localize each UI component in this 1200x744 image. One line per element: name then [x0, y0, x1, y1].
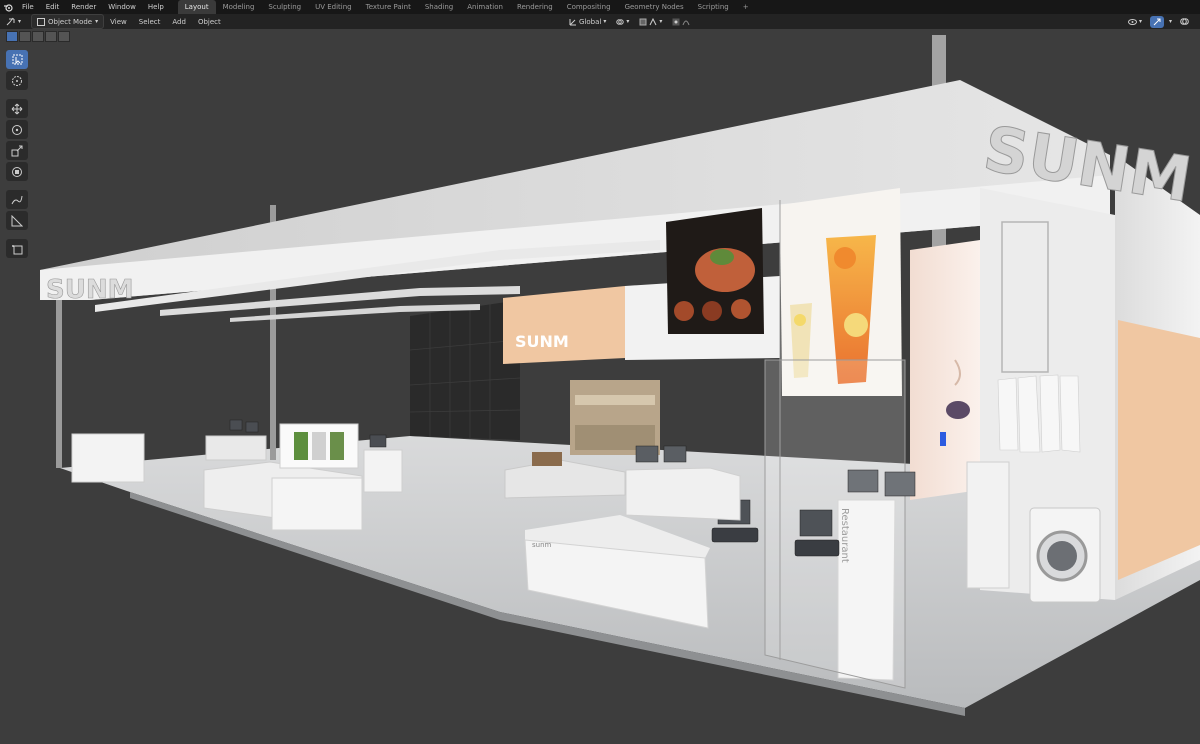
mode-label: Object Mode	[48, 17, 93, 26]
object-mode-icon	[37, 17, 46, 26]
tab-texture-paint[interactable]: Texture Paint	[359, 0, 418, 14]
scale-icon	[11, 145, 23, 156]
rotate-icon	[12, 124, 22, 135]
blender-logo-icon[interactable]	[0, 0, 16, 14]
mode-dropdown[interactable]: Object Mode ▾	[31, 14, 105, 29]
viewport-header: ▾ Object Mode ▾ View Select Add Object G…	[0, 14, 1200, 29]
visibility-dropdown[interactable]: ▾	[1125, 16, 1145, 28]
menu-file[interactable]: File	[16, 0, 40, 14]
transform-orientation-dropdown[interactable]: Global ▾	[566, 16, 609, 28]
food-dish-1	[674, 301, 694, 321]
blue-nail-accent	[940, 432, 946, 446]
tab-animation[interactable]: Animation	[460, 0, 510, 14]
face-lips	[946, 401, 970, 419]
tool-shelf	[6, 50, 28, 258]
face-wall	[910, 240, 980, 500]
measure-tool[interactable]	[6, 211, 28, 230]
pivot-point-dropdown[interactable]: ▾	[613, 16, 632, 28]
gizmo-toggle[interactable]	[1149, 15, 1164, 28]
tab-geometry-nodes[interactable]: Geometry Nodes	[618, 0, 691, 14]
mid-counter	[625, 467, 741, 521]
drink-small-lemon	[794, 314, 806, 326]
editor-type-icon[interactable]: ▾	[0, 15, 27, 28]
cursor-tool[interactable]	[6, 71, 28, 90]
move-icon	[11, 103, 23, 114]
menu-help[interactable]: Help	[142, 0, 170, 14]
art-panel-2	[312, 432, 326, 460]
menu-edit[interactable]: Edit	[40, 0, 66, 14]
snap-toggle[interactable]: ▾	[636, 16, 665, 28]
add-menu[interactable]: Add	[166, 15, 192, 28]
left-counter-small	[205, 435, 267, 461]
rotate-tool[interactable]	[6, 120, 28, 139]
food-dish-3	[731, 299, 751, 319]
peach-wall-panel	[1118, 320, 1200, 580]
add-workspace-icon[interactable]: +	[736, 0, 756, 14]
support-pole-1	[56, 300, 62, 468]
art-panel-1	[294, 432, 308, 460]
washing-machine-glass	[1047, 541, 1077, 571]
transform-tool[interactable]	[6, 162, 28, 181]
front-counter-label: sunm	[532, 541, 552, 549]
move-tool[interactable]	[6, 99, 28, 118]
overlays-icon	[1180, 18, 1189, 25]
bread-display	[532, 452, 562, 466]
top-bar: File Edit Render Window Help Layout Mode…	[0, 0, 1200, 14]
tab-scripting[interactable]: Scripting	[691, 0, 736, 14]
gizmo-dropdown[interactable]: ▾	[1169, 18, 1172, 25]
peach-header-panel	[503, 286, 625, 364]
viewport-3d[interactable]: SUNM SUNM SUNM Restaurant sunm	[0, 29, 1200, 744]
chevron-down-icon: ▾	[95, 18, 99, 25]
left-counter-block	[271, 477, 363, 531]
food-greens	[710, 249, 734, 265]
art-panel-3	[330, 432, 344, 460]
proportional-edit-icon	[672, 18, 680, 25]
tab-shading[interactable]: Shading	[418, 0, 460, 14]
view-menu[interactable]: View	[104, 15, 133, 28]
select-box-icon	[12, 54, 22, 65]
left-bench-1	[71, 433, 145, 483]
orientation-label: Global	[579, 17, 602, 26]
snap-target-icon	[649, 17, 657, 25]
add-cube-icon	[12, 244, 23, 254]
cursor-icon	[12, 75, 22, 86]
add-cube-tool[interactable]	[6, 239, 28, 258]
eye-icon	[1127, 18, 1137, 25]
white-pillar-stand	[966, 461, 1010, 589]
tab-compositing[interactable]: Compositing	[560, 0, 618, 14]
select-menu[interactable]: Select	[133, 15, 167, 28]
wall-brand-sign: SUNM	[515, 332, 569, 351]
pivot-icon	[616, 18, 625, 25]
falloff-icon	[682, 20, 690, 25]
transform-icon	[12, 166, 22, 177]
gizmo-icon	[1153, 18, 1161, 25]
tab-rendering[interactable]: Rendering	[510, 0, 560, 14]
scale-tool[interactable]	[6, 141, 28, 160]
glass-partition	[764, 359, 906, 689]
lemon-slice	[844, 313, 868, 337]
proportional-edit-toggle[interactable]	[669, 16, 693, 28]
left-pedestal	[363, 449, 403, 493]
tab-sculpting[interactable]: Sculpting	[261, 0, 308, 14]
measure-icon	[11, 214, 23, 226]
tab-layout[interactable]: Layout	[177, 0, 216, 14]
menu-window[interactable]: Window	[102, 0, 142, 14]
orientation-icon	[569, 18, 576, 25]
food-dish-2	[702, 301, 722, 321]
supermarket-shelf-detail	[575, 395, 655, 405]
menu-render[interactable]: Render	[65, 0, 102, 14]
orange-slice	[834, 247, 856, 269]
overlays-toggle[interactable]	[1177, 16, 1192, 28]
annotate-tool[interactable]	[6, 190, 28, 209]
tab-uv-editing[interactable]: UV Editing	[308, 0, 359, 14]
annotate-icon	[11, 195, 23, 204]
select-box-tool[interactable]	[6, 50, 28, 69]
tab-modeling[interactable]: Modeling	[216, 0, 262, 14]
object-menu[interactable]: Object	[192, 15, 227, 28]
roof-brand-sign-left: SUNM	[46, 275, 133, 305]
magnet-icon	[639, 18, 647, 25]
